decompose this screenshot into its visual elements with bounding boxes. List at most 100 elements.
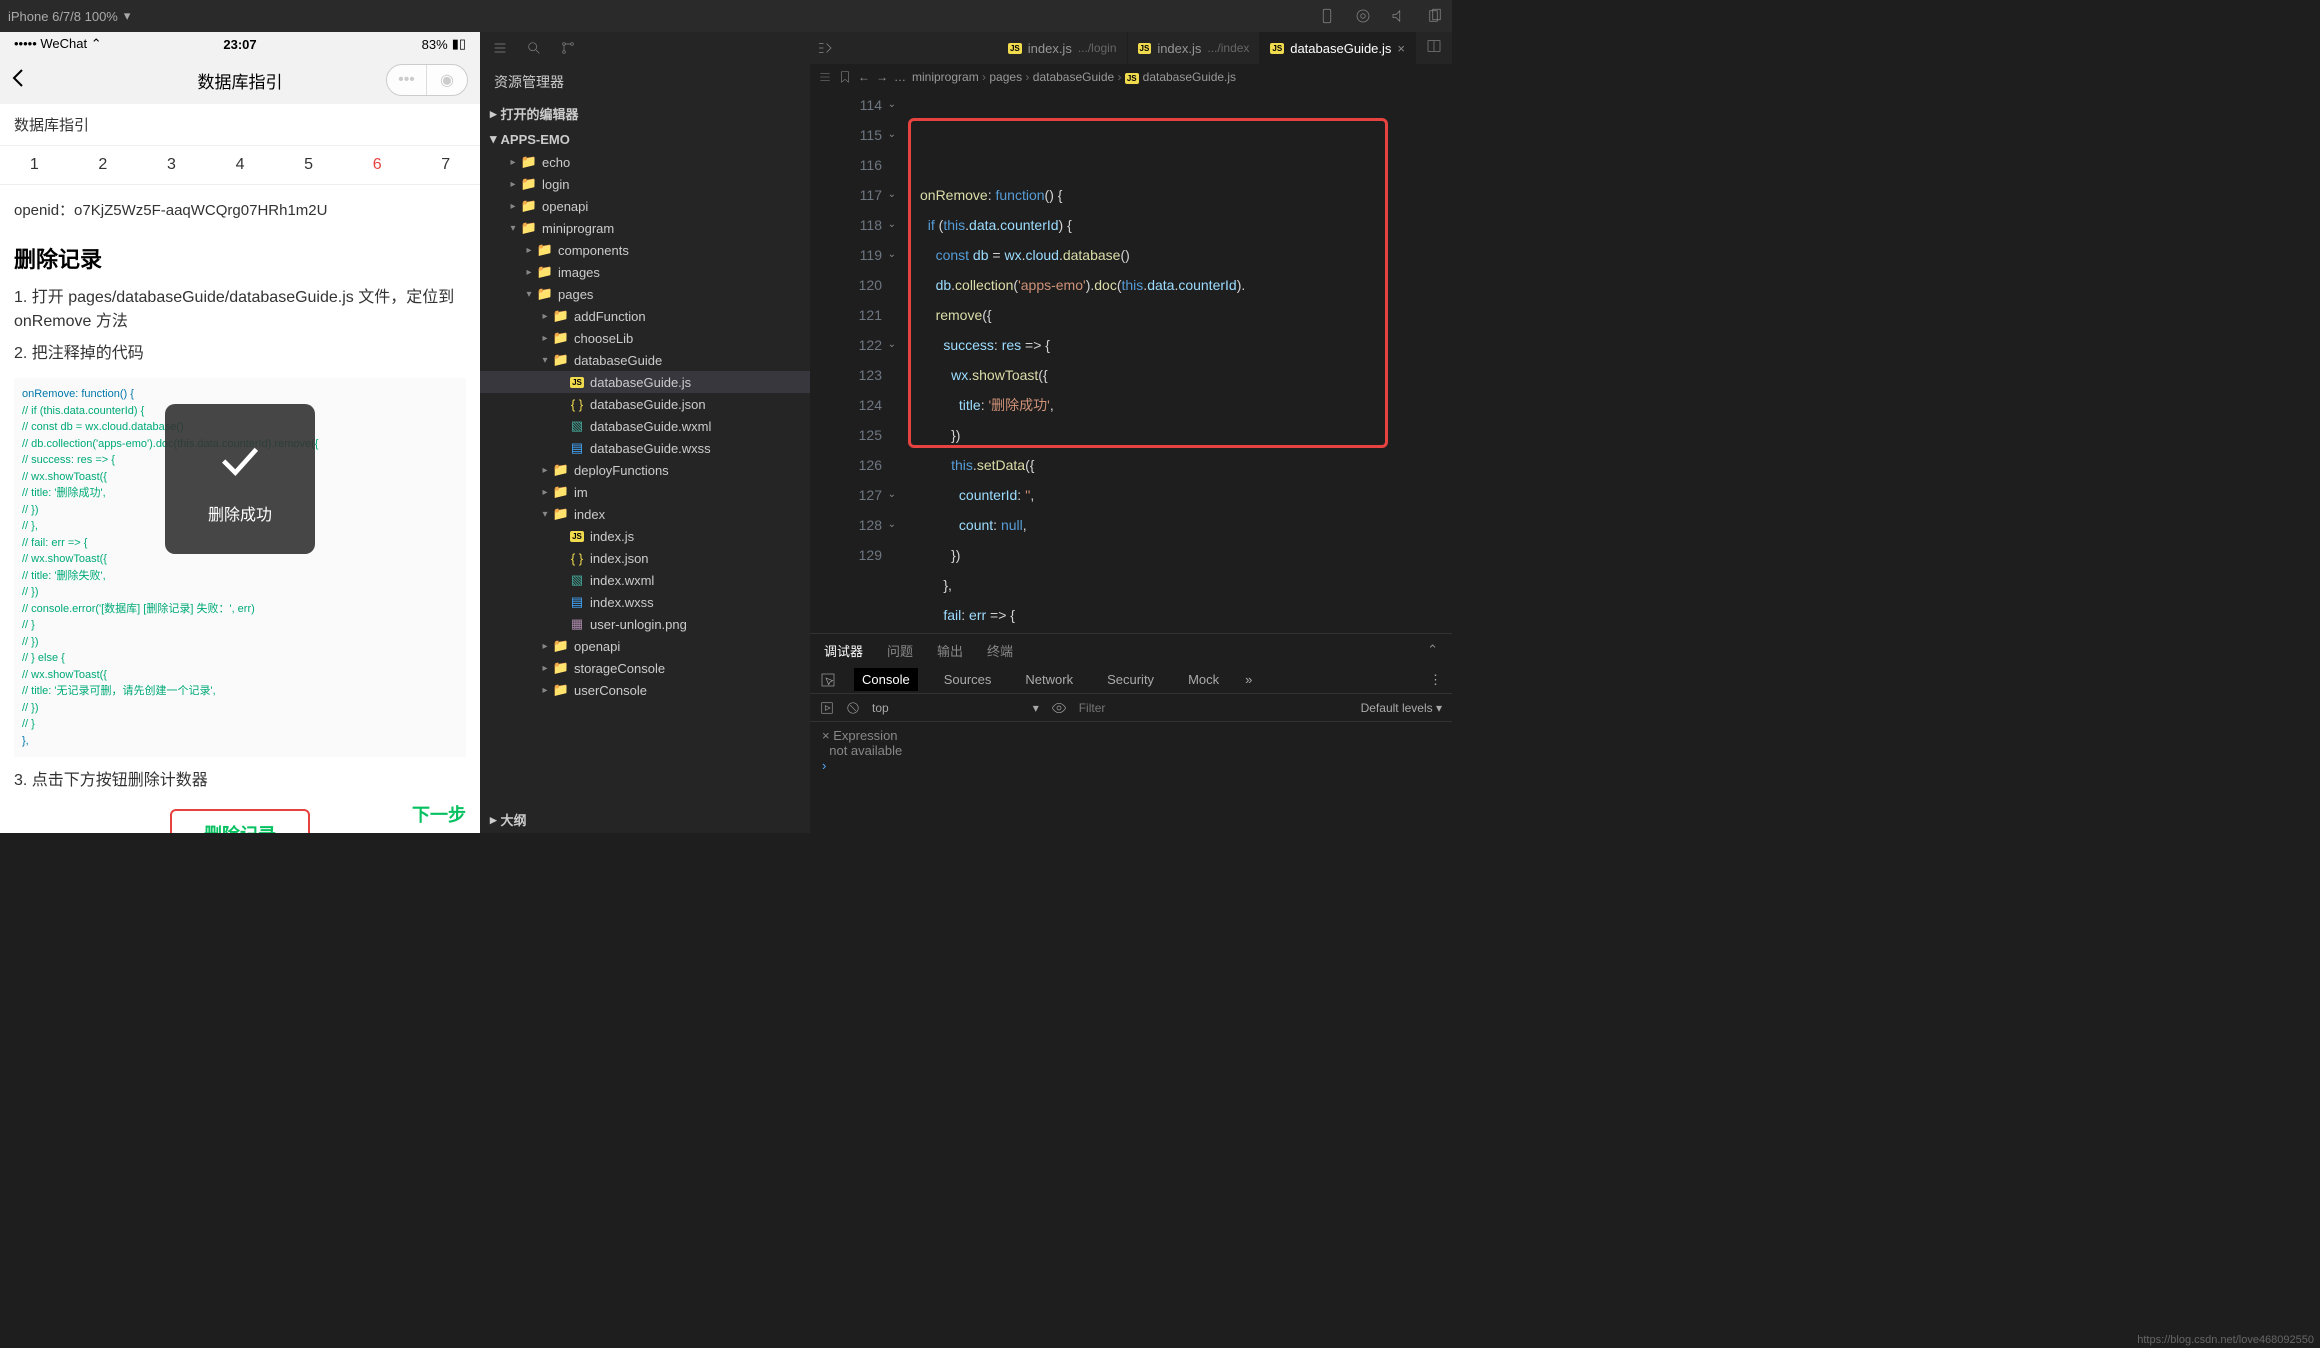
checkmark-icon	[212, 433, 268, 489]
folder-item[interactable]: ▾📁databaseGuide	[480, 349, 810, 371]
folder-item[interactable]: ▸📁images	[480, 261, 810, 283]
editor-tab[interactable]: JSindex.js.../index	[1128, 32, 1261, 64]
list-icon[interactable]	[492, 40, 508, 56]
step-tabs[interactable]: 1234567	[0, 146, 480, 185]
status-bar: ••••• WeChat ⌃ 23:07 83%▮▯	[0, 32, 480, 56]
file-item[interactable]: ▤index.wxss	[480, 591, 810, 613]
editor-tab[interactable]: JSdatabaseGuide.js×	[1260, 32, 1416, 64]
play-icon[interactable]	[820, 701, 834, 715]
list-icon[interactable]	[818, 70, 832, 84]
explorer-panel: 资源管理器 ▸ 打开的编辑器 ▾ APPS-EMO ▸📁echo▸📁login▸…	[480, 32, 810, 833]
more-tabs-icon[interactable]: »	[1245, 672, 1252, 687]
open-editors-section[interactable]: ▸ 打开的编辑器	[480, 100, 810, 127]
devtools-tab[interactable]: Network	[1017, 668, 1081, 691]
search-icon[interactable]	[526, 40, 542, 56]
close-icon[interactable]: ×	[1397, 41, 1405, 56]
toast-success: 删除成功	[165, 404, 315, 554]
eye-icon[interactable]	[1051, 700, 1067, 716]
folder-item[interactable]: ▾📁pages	[480, 283, 810, 305]
clear-icon[interactable]	[846, 701, 860, 715]
filter-input[interactable]	[1079, 701, 1199, 715]
editor-area: JSindex.js.../loginJSindex.js.../indexJS…	[810, 32, 1452, 833]
folder-item[interactable]: ▸📁openapi	[480, 195, 810, 217]
folder-item[interactable]: ▸📁deployFunctions	[480, 459, 810, 481]
file-item[interactable]: ▦user-unlogin.png	[480, 613, 810, 635]
chevron-down-icon[interactable]: ▾	[124, 8, 131, 24]
step-tab[interactable]: 5	[274, 156, 343, 174]
folder-item[interactable]: ▾📁index	[480, 503, 810, 525]
code-editor[interactable]: 114⌄115⌄116117⌄118⌄119⌄120121122⌄1231241…	[810, 90, 1452, 633]
file-item[interactable]: ▧databaseGuide.wxml	[480, 415, 810, 437]
copy-icon[interactable]	[1426, 7, 1444, 25]
step-tab[interactable]: 2	[69, 156, 138, 174]
devtools-tab[interactable]: Mock	[1180, 668, 1227, 691]
toast-text: 删除成功	[208, 501, 272, 525]
next-step-button[interactable]: 下一步	[412, 801, 466, 827]
collapse-panel-icon[interactable]: ⌃	[1427, 642, 1438, 658]
file-item[interactable]: ▧index.wxml	[480, 569, 810, 591]
dock-icon[interactable]	[816, 39, 834, 57]
devtools-tab[interactable]: Sources	[936, 668, 1000, 691]
console-toolbar: top ▾ Default levels ▾	[810, 694, 1452, 722]
file-item[interactable]: { }index.json	[480, 547, 810, 569]
folder-item[interactable]: ▸📁echo	[480, 151, 810, 173]
menu-dots-icon[interactable]: •••	[387, 65, 427, 95]
sound-icon[interactable]	[1390, 7, 1408, 25]
folder-item[interactable]: ▸📁storageConsole	[480, 657, 810, 679]
panel-tab[interactable]: 输出	[937, 641, 963, 660]
page-title: 数据库指引	[198, 68, 283, 93]
step-tab[interactable]: 7	[411, 156, 480, 174]
bookmark-icon[interactable]	[838, 70, 852, 84]
step-tab[interactable]: 6	[343, 156, 412, 174]
close-ring-icon[interactable]: ◉	[427, 65, 467, 95]
file-item[interactable]: ▤databaseGuide.wxss	[480, 437, 810, 459]
nav-back-icon[interactable]: ←	[858, 70, 870, 84]
delete-record-button[interactable]: 删除记录	[170, 809, 310, 833]
context-selector[interactable]: top	[872, 701, 889, 715]
project-root[interactable]: ▾ APPS-EMO	[480, 127, 810, 151]
panel-tab[interactable]: 调试器	[824, 641, 863, 660]
step-tab[interactable]: 3	[137, 156, 206, 174]
device-selector[interactable]: iPhone 6/7/8 100%	[8, 9, 118, 24]
folder-item[interactable]: ▾📁miniprogram	[480, 217, 810, 239]
devtools-menu-icon[interactable]: ⋮	[1429, 672, 1442, 688]
clock: 23:07	[223, 37, 256, 52]
folder-item[interactable]: ▸📁login	[480, 173, 810, 195]
app-topbar: iPhone 6/7/8 100% ▾	[0, 0, 1452, 32]
back-button[interactable]	[12, 68, 36, 93]
devtools-tab[interactable]: Security	[1099, 668, 1162, 691]
folder-item[interactable]: ▸📁components	[480, 239, 810, 261]
panel-tab[interactable]: 终端	[987, 641, 1013, 660]
console-prompt[interactable]: ›	[822, 758, 1440, 773]
editor-tab[interactable]: JSindex.js.../login	[998, 32, 1128, 64]
devtools-tabs[interactable]: Console Sources Network Security Mock » ⋮	[810, 666, 1452, 694]
file-item[interactable]: JSindex.js	[480, 525, 810, 547]
section-heading: 删除记录	[0, 234, 480, 282]
panel-tabs[interactable]: 调试器 问题 输出 终端 ⌃	[810, 634, 1452, 666]
panel-tab[interactable]: 问题	[887, 641, 913, 660]
folder-item[interactable]: ▸📁addFunction	[480, 305, 810, 327]
outline-section[interactable]: ▸ 大纲	[480, 806, 810, 833]
step-tab[interactable]: 1	[0, 156, 69, 174]
folder-item[interactable]: ▸📁userConsole	[480, 679, 810, 701]
device-icon[interactable]	[1318, 7, 1336, 25]
inspect-icon[interactable]	[820, 672, 836, 688]
split-editor-icon[interactable]	[1416, 38, 1452, 59]
branch-icon[interactable]	[560, 40, 576, 56]
step-text: 2. 把注释掉的代码	[0, 338, 480, 370]
target-icon[interactable]	[1354, 7, 1372, 25]
nav-fwd-icon[interactable]: →	[876, 70, 888, 84]
editor-breadcrumb[interactable]: ← → … miniprogram › pages › databaseGuid…	[810, 64, 1452, 90]
breadcrumb: 数据库指引	[0, 104, 480, 146]
log-levels-selector[interactable]: Default levels ▾	[1361, 701, 1442, 715]
carrier-label: WeChat	[40, 36, 87, 51]
file-item[interactable]: JSdatabaseGuide.js	[480, 371, 810, 393]
capsule-menu[interactable]: ••• ◉	[386, 64, 468, 96]
devtools-tab[interactable]: Console	[854, 668, 918, 691]
step-tab[interactable]: 4	[206, 156, 275, 174]
folder-item[interactable]: ▸📁im	[480, 481, 810, 503]
folder-item[interactable]: ▸📁chooseLib	[480, 327, 810, 349]
file-item[interactable]: { }databaseGuide.json	[480, 393, 810, 415]
folder-item[interactable]: ▸📁openapi	[480, 635, 810, 657]
editor-tabs: JSindex.js.../loginJSindex.js.../indexJS…	[810, 32, 1452, 64]
